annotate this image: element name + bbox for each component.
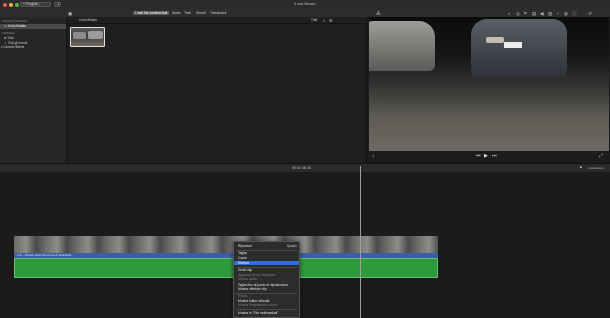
menu-item-track-adjustment[interactable]: Mostra Regolazione tracce <box>236 303 299 308</box>
color-balance-icon[interactable]: ◐ <box>508 11 511 16</box>
tab-audio[interactable]: Audio <box>170 11 183 16</box>
clip-thumbnail[interactable] <box>70 27 105 47</box>
zoom-icon[interactable]: ▲ <box>579 165 583 169</box>
zoom-window-button[interactable] <box>15 2 19 7</box>
sidebar-item-label: Tutti gli eventi <box>7 40 28 45</box>
search-icon[interactable]: ⌕ <box>323 18 325 23</box>
sidebar: PROGETTO/MEDIA ▭ Il mio filmato LIBRERIE… <box>0 17 67 163</box>
video-license-plate <box>504 42 522 48</box>
sidebar-item-label: Libreria iMovie <box>3 45 25 49</box>
menu-item-label: Riproduci <box>238 243 252 248</box>
thumbnail-car <box>88 31 103 39</box>
rewind-icon[interactable]: ⏮ <box>476 153 481 159</box>
crop-icon[interactable]: ⌗ <box>524 11 527 16</box>
reset-all-button[interactable]: ↺ <box>588 11 592 16</box>
menu-separator <box>236 308 297 310</box>
sidebar-item-project[interactable]: ▭ Il mio filmato <box>0 24 66 29</box>
browser-header: Il mio filmato Tutti ⌕ ⚙ <box>67 17 366 24</box>
import-button[interactable]: ⇣ <box>54 1 61 7</box>
sidebar-toggle-icon[interactable]: ▣ <box>68 11 72 16</box>
projects-button[interactable]: < Progetti <box>20 1 41 7</box>
playhead[interactable] <box>360 166 361 318</box>
video-car-right <box>471 19 567 77</box>
media-browser: Il mio filmato Tutti ⌕ ⚙ <box>67 17 366 163</box>
close-window-button[interactable] <box>3 2 7 7</box>
viewer: ♪ ⏮ ▶ ⏭ ⤢ <box>366 17 610 163</box>
video-car-left <box>369 21 435 71</box>
tab-titles[interactable]: Titoli <box>182 11 193 16</box>
speed-icon[interactable]: ◔ <box>556 11 559 16</box>
download-icon: ⇣ <box>57 1 60 6</box>
menu-item-show-in-media[interactable]: Mostra in "File multimediali" <box>236 311 299 316</box>
settings-icon[interactable]: ⚙ <box>329 18 333 23</box>
settings-button[interactable]: Impostazioni <box>588 166 604 170</box>
menu-item-detach-audio[interactable]: Stacca audio <box>236 277 299 282</box>
audio-clip[interactable] <box>14 258 438 278</box>
microphone-icon[interactable]: ♪ <box>372 153 375 159</box>
sidebar-item-label: Il mio filmato <box>7 24 26 28</box>
sidebar-section-project: PROGETTO/MEDIA <box>2 19 28 23</box>
noise-reduction-icon[interactable]: ▥ <box>548 11 552 16</box>
tab-transitions[interactable]: Transizioni <box>208 11 228 16</box>
window-title: Il mio filmato <box>294 1 316 6</box>
stabilization-icon[interactable]: ▤ <box>532 11 536 16</box>
menu-item-delete[interactable]: Elimina <box>234 260 299 265</box>
menu-item-copy[interactable]: Copia <box>236 256 299 261</box>
video-taillight <box>486 37 504 43</box>
color-correction-icon[interactable]: ◎ <box>516 11 520 16</box>
magic-wand-icon[interactable]: ⁂ <box>376 11 381 16</box>
menu-item-clip-trimmer[interactable]: Mostra rifinitore clip <box>236 287 299 292</box>
media-toggle-button[interactable] <box>39 1 51 7</box>
play-icon[interactable]: ▶ <box>484 153 488 159</box>
volume-icon[interactable]: ◀ <box>540 11 543 16</box>
info-icon[interactable]: ⓘ <box>572 11 577 16</box>
browser-title: Il mio filmato <box>79 18 97 22</box>
sidebar-section-libraries: LIBRERIE <box>2 31 15 35</box>
fast-forward-icon[interactable]: ⏭ <box>492 153 497 159</box>
tab-my-media[interactable]: I miei file multimediali <box>133 10 170 15</box>
filter-icon[interactable]: ◍ <box>564 11 568 16</box>
tab-backgrounds[interactable]: Sfondi <box>194 11 208 16</box>
fullscreen-icon[interactable]: ⤢ <box>599 153 603 159</box>
filter-dropdown[interactable]: Tutti <box>311 18 317 22</box>
video-clip-filmstrip[interactable] <box>14 236 438 253</box>
minimize-window-button[interactable] <box>9 2 13 7</box>
context-menu: Riproduci Spazio Taglia Copia Elimina Di… <box>233 241 300 318</box>
thumbnail-car <box>73 32 86 39</box>
sidebar-item-imovie-library[interactable]: ▾ Libreria iMovie <box>1 45 24 50</box>
video-preview <box>369 17 609 151</box>
menu-item-play[interactable]: Riproduci Spazio <box>236 244 299 249</box>
sidebar-item-label: Foto <box>7 36 14 40</box>
menu-item-shortcut: Spazio <box>286 243 297 248</box>
timecode-display: 00:15 / 00:16 <box>292 165 311 170</box>
